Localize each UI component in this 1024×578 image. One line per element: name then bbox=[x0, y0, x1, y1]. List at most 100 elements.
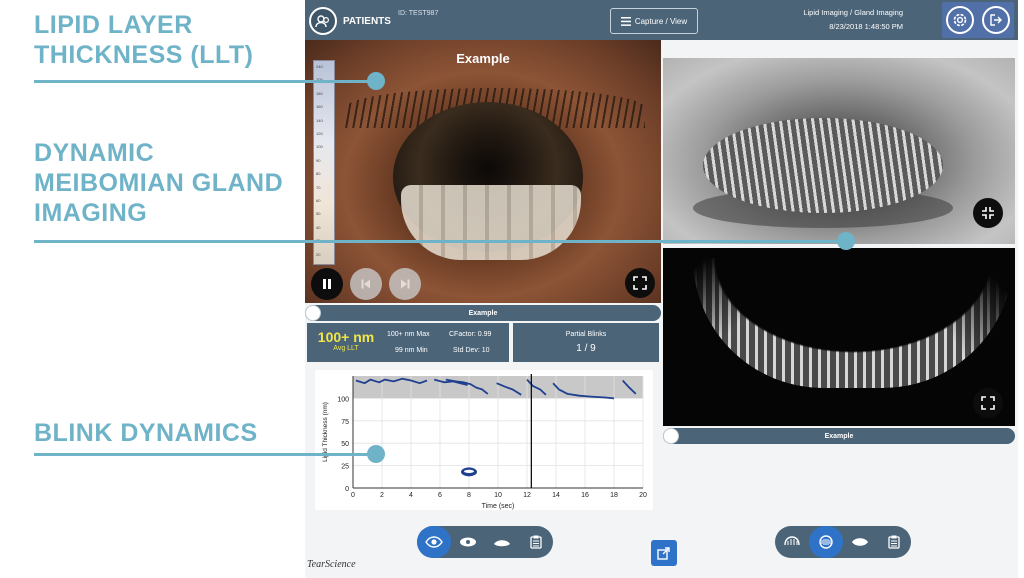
tb-report-right[interactable] bbox=[877, 526, 911, 558]
next-button[interactable] bbox=[389, 268, 421, 300]
clipboard-icon bbox=[888, 535, 900, 549]
expand-icon bbox=[633, 276, 647, 290]
partial-blinks-label: Partial Blinks bbox=[565, 331, 607, 338]
callout-blink-line bbox=[34, 453, 374, 456]
share-button[interactable] bbox=[651, 540, 677, 566]
llt-color-scale: 2402001801601401201009080706050403020 bbox=[313, 60, 335, 265]
callout-llt-line bbox=[34, 80, 374, 83]
callout-blink: BLINK DYNAMICS bbox=[34, 418, 258, 448]
scale-tick-label: 40 bbox=[316, 224, 321, 230]
tb-gland-lower[interactable] bbox=[809, 526, 843, 558]
mg-label-text: Example bbox=[824, 432, 854, 440]
mg-label-bar: Example bbox=[663, 428, 1015, 444]
gear-icon[interactable] bbox=[946, 6, 974, 34]
callout-llt-dot bbox=[367, 72, 385, 90]
expand-lipid-button[interactable] bbox=[625, 268, 655, 298]
pause-button[interactable] bbox=[311, 268, 343, 300]
expand-mg-top-button[interactable] bbox=[973, 198, 1003, 228]
x-tick-label: 8 bbox=[467, 492, 471, 499]
top-actions bbox=[942, 2, 1014, 38]
mg-vignette bbox=[663, 248, 1015, 426]
y-tick-label: 25 bbox=[341, 464, 349, 471]
mg-everted-lid bbox=[703, 118, 943, 213]
scale-tick-label: 160 bbox=[316, 104, 323, 110]
scale-tick-label: 120 bbox=[316, 131, 323, 136]
tb-report[interactable] bbox=[519, 526, 553, 558]
previous-icon bbox=[361, 279, 370, 289]
app-window: PATIENTS ID: TEST987 Capture / View Lipi… bbox=[305, 0, 1018, 578]
datetime-label: 8/23/2018 1:48:50 PM bbox=[829, 22, 903, 31]
callout-mg: DYNAMIC MEIBOMIAN GLAND IMAGING bbox=[34, 138, 283, 228]
mg-label-cap bbox=[663, 428, 679, 444]
callout-mg-line bbox=[34, 240, 846, 243]
y-tick-label: 50 bbox=[341, 441, 349, 448]
top-bar: PATIENTS ID: TEST987 Capture / View Lipi… bbox=[305, 0, 1018, 40]
scale-tick-label: 60 bbox=[316, 198, 321, 203]
callout-blink-dot bbox=[367, 445, 385, 463]
lid-icon bbox=[852, 538, 868, 546]
mode-label: Lipid Imaging / Gland Imaging bbox=[803, 8, 903, 17]
x-tick-label: 2 bbox=[380, 492, 384, 499]
x-tick-label: 12 bbox=[523, 492, 531, 499]
tb-gland-upper[interactable] bbox=[775, 526, 809, 558]
right-view-toolbar bbox=[775, 526, 911, 558]
lens-eye-icon bbox=[460, 537, 476, 547]
previous-button[interactable] bbox=[350, 268, 382, 300]
menu-icon bbox=[620, 16, 631, 26]
tb-eye-view[interactable] bbox=[417, 526, 451, 558]
blink-chart-card: 0 25 50 75 100 0 2 4 6 8 10 12 14 16 18 20 Time (sec) Lip… bbox=[315, 370, 653, 510]
eye-icon bbox=[425, 536, 443, 548]
capture-view-label: Capture / View bbox=[634, 16, 688, 26]
callout-mg-line2: MEIBOMIAN GLAND bbox=[34, 169, 284, 197]
patients-button[interactable]: PATIENTS bbox=[309, 7, 391, 35]
session-info: Lipid Imaging / Gland Imaging 8/23/2018 … bbox=[803, 6, 903, 34]
x-tick-label: 4 bbox=[409, 492, 413, 499]
left-view-toolbar bbox=[417, 526, 553, 558]
x-tick-label: 0 bbox=[351, 492, 355, 499]
llt-stats: 100+ nm Avg LLT 100+ nm Max CFactor: 0.9… bbox=[307, 323, 509, 362]
gland-lower-icon bbox=[819, 535, 833, 549]
mg-image-bottom bbox=[663, 248, 1015, 426]
callout-mg-dot bbox=[837, 232, 855, 250]
lipid-label-bar: Example bbox=[305, 305, 661, 321]
patients-icon bbox=[309, 7, 337, 35]
patient-id: ID: TEST987 bbox=[398, 10, 439, 17]
scale-tick-label: 180 bbox=[316, 90, 323, 96]
tb-lid-view-right[interactable] bbox=[843, 526, 877, 558]
capture-view-button[interactable]: Capture / View bbox=[610, 8, 698, 34]
scale-tick-label: 100 bbox=[316, 144, 323, 150]
patients-label: PATIENTS bbox=[343, 15, 391, 27]
blink-marker-highlight bbox=[464, 469, 474, 473]
logout-icon[interactable] bbox=[982, 6, 1010, 34]
partial-blinks-value: 1 / 9 bbox=[576, 343, 596, 354]
partial-blinks-box: Partial Blinks 1 / 9 bbox=[513, 323, 659, 362]
x-axis-label: Time (sec) bbox=[482, 503, 515, 510]
expand-mg-bottom-button[interactable] bbox=[973, 388, 1003, 418]
blink-dynamics-chart: 02550751000 2 4 6 8 10 12 14 16 18 20Time (sec)Lip… bbox=[322, 374, 647, 510]
brand-logo: TearScience bbox=[307, 559, 356, 570]
tb-lens-view[interactable] bbox=[451, 526, 485, 558]
callout-blink-text: BLINK DYNAMICS bbox=[34, 419, 258, 447]
x-tick-label: 18 bbox=[610, 492, 618, 499]
x-tick-label: 20 bbox=[639, 492, 647, 499]
y-tick-label: 100 bbox=[337, 396, 349, 403]
cfactor: CFactor: 0.99 bbox=[449, 331, 492, 338]
tb-lid-view[interactable] bbox=[485, 526, 519, 558]
scale-tick-label: 50 bbox=[316, 211, 321, 217]
avg-llt-label: Avg LLT bbox=[333, 345, 359, 352]
callout-mg-line3: IMAGING bbox=[34, 199, 148, 227]
y-tick-label: 75 bbox=[341, 419, 349, 426]
next-icon bbox=[401, 279, 410, 289]
x-tick-label: 6 bbox=[438, 492, 442, 499]
x-tick-label: 16 bbox=[581, 492, 589, 499]
lid-icon bbox=[494, 540, 510, 547]
scale-tick-label: 20 bbox=[316, 251, 321, 257]
scale-tick-label: 70 bbox=[316, 184, 321, 190]
y-tick-label: 0 bbox=[345, 486, 349, 493]
x-tick-label: 10 bbox=[494, 492, 502, 499]
x-tick-label: 14 bbox=[552, 492, 560, 499]
lipid-label-text: Example bbox=[468, 309, 498, 317]
callout-llt: LIPID LAYER THICKNESS (LLT) bbox=[34, 10, 254, 70]
pause-icon bbox=[323, 279, 331, 289]
expand-icon bbox=[982, 207, 994, 219]
